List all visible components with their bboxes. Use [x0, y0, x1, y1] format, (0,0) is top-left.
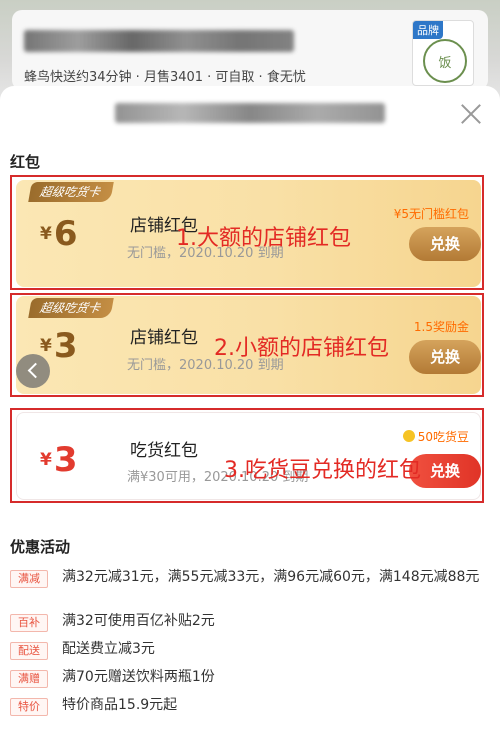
promo-tag: 特价 [10, 698, 48, 716]
sheet-title-blurred [115, 103, 385, 123]
promo-item: 特价 特价商品15.9元起 [10, 696, 490, 716]
promo-item: 满赠 满70元赠送饮料两瓶1份 [10, 668, 490, 688]
shop-name-blurred [24, 30, 294, 52]
promo-tag: 百补 [10, 614, 48, 632]
promo-tag: 配送 [10, 642, 48, 660]
promo-tag: 满减 [10, 570, 48, 588]
shop-info: 蜂鸟快送约34分钟 · 月售3401 · 可自取 · 食无忧 [24, 70, 306, 85]
promos-section-title: 优惠活动 [10, 538, 71, 556]
annotation-label-2: 2.小额的店铺红包 [214, 336, 389, 361]
promo-text: 满70元赠送饮料两瓶1份 [62, 669, 215, 685]
promo-text: 配送费立减3元 [62, 641, 155, 657]
promo-text: 特价商品15.9元起 [62, 697, 178, 713]
promo-tag: 满赠 [10, 670, 48, 688]
annotation-label-1: 1.大额的店铺红包 [176, 226, 351, 251]
promo-text: 满32可使用百亿补贴2元 [62, 613, 215, 629]
promo-item: 满减 满32元减31元，满55元减33元，满96元减60元，满148元减88元 [10, 568, 490, 608]
chevron-left-icon[interactable] [16, 354, 50, 388]
logo-mark: 饭 [423, 39, 467, 83]
promo-text: 满32元减31元，满55元减33元，满96元减60元，满148元减88元 [62, 569, 480, 585]
promo-item: 百补 满32可使用百亿补贴2元 [10, 612, 490, 632]
shop-logo: 品牌 饭 [412, 20, 474, 86]
brand-badge: 品牌 [413, 21, 443, 39]
annotation-label-3: 3.吃货豆兑换的红包 [224, 458, 421, 483]
coupons-section-title: 红包 [10, 153, 41, 171]
close-icon[interactable] [458, 101, 484, 127]
promo-item: 配送 配送费立减3元 [10, 640, 490, 660]
